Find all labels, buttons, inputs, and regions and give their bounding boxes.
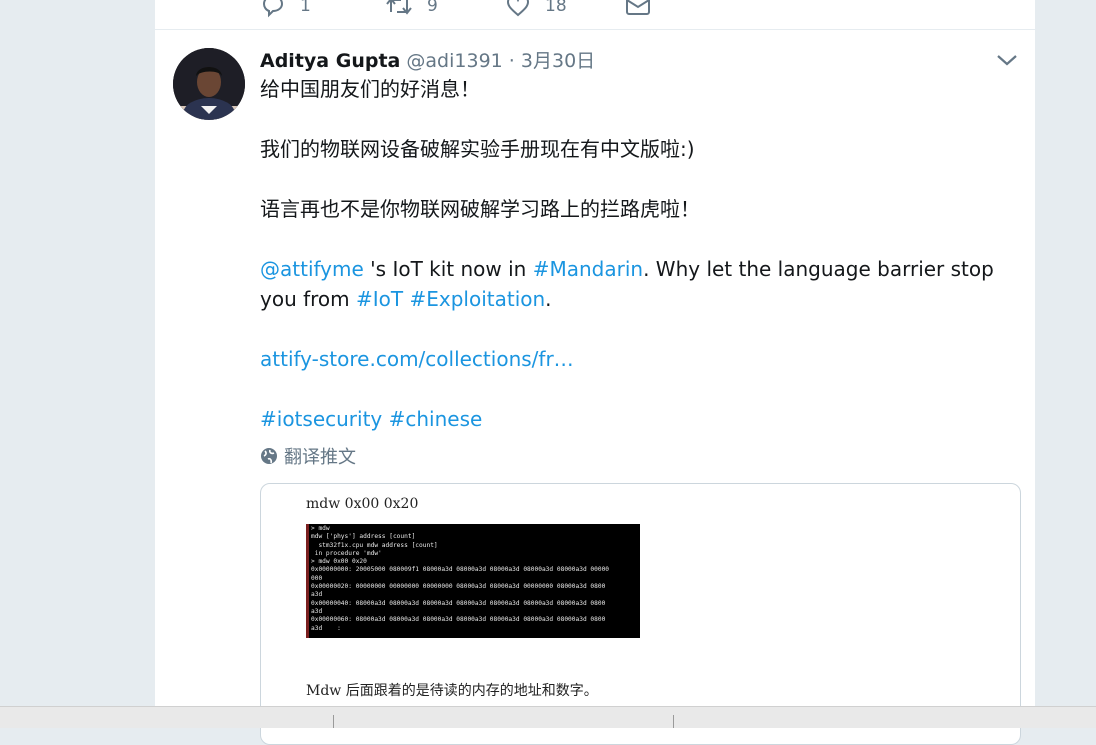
tweet-text: 给中国朋友们的好消息！ 我们的物联网设备破解实验手册现在有中文版啦:) 语言再也… — [260, 74, 1000, 434]
reply-icon — [262, 0, 284, 18]
tweet-line-3: 语言再也不是你物联网破解学习路上的拦路虎啦！ — [260, 197, 700, 221]
url-link[interactable]: attify-store.com/collections/fr… — [260, 347, 574, 371]
retweet-count: 9 — [427, 0, 438, 16]
separator-dot: · — [508, 50, 515, 72]
translate-label: 翻译推文 — [284, 447, 356, 468]
reply-button[interactable]: 1 — [260, 0, 311, 20]
card-caption: Mdw 后面跟着的是待读的内存的地址和数字。 — [306, 683, 598, 699]
retweet-icon — [386, 0, 412, 15]
author-handle[interactable]: @adi1391 — [406, 50, 502, 72]
hashtag-mandarin[interactable]: #Mandarin — [533, 257, 643, 281]
mention-link[interactable]: @attifyme — [260, 257, 364, 281]
bottom-bar-separator — [673, 715, 674, 728]
tweet-date[interactable]: 3月30日 — [521, 50, 595, 72]
bottom-bar — [0, 706, 1096, 728]
tweet-line-1: 给中国朋友们的好消息！ — [260, 77, 480, 101]
retweet-button[interactable]: 9 — [385, 0, 438, 20]
hashtag-iot[interactable]: #IoT — [356, 287, 403, 311]
translate-tweet-button[interactable]: 翻译推文 — [260, 443, 356, 469]
text-segment: 's IoT kit now in — [363, 257, 533, 281]
terminal-output: > mdw mdw ['phys'] address [count] stm32… — [311, 525, 610, 632]
previous-tweet-actions: 1 9 18 — [260, 0, 680, 30]
card-command-text: mdw 0x00 0x20 — [306, 496, 419, 512]
heart-icon — [506, 0, 530, 17]
tweet-line-english: @attifyme 's IoT kit now in #Mandarin. W… — [260, 254, 1000, 314]
timeline-column: 1 9 18 Aditya Gupta @adi1391 · 3月30日 给中国… — [155, 0, 1035, 745]
tweet-line-2: 我们的物联网设备破解实验手册现在有中文版啦:) — [260, 137, 695, 161]
reply-count: 1 — [300, 0, 311, 16]
tweet-header: Aditya Gupta @adi1391 · 3月30日 — [260, 46, 595, 73]
text-segment: . — [545, 287, 552, 311]
author-name[interactable]: Aditya Gupta — [260, 50, 400, 72]
avatar[interactable] — [173, 48, 245, 120]
hashtag-exploitation[interactable]: #Exploitation — [409, 287, 545, 311]
tweet-menu-button[interactable] — [995, 50, 1019, 70]
tweet-divider — [155, 29, 1035, 30]
hashtag-iotsecurity[interactable]: #iotsecurity — [260, 407, 382, 431]
profile-photo-icon — [173, 48, 245, 120]
hashtag-chinese[interactable]: #chinese — [389, 407, 483, 431]
terminal-screenshot: > mdw mdw ['phys'] address [count] stm32… — [306, 524, 640, 638]
envelope-icon — [626, 0, 650, 15]
globe-icon — [261, 448, 277, 464]
message-button[interactable] — [625, 0, 665, 20]
like-button[interactable]: 18 — [505, 0, 567, 20]
chevron-down-icon — [997, 55, 1017, 66]
bottom-bar-separator — [333, 715, 334, 728]
like-count: 18 — [545, 0, 567, 16]
